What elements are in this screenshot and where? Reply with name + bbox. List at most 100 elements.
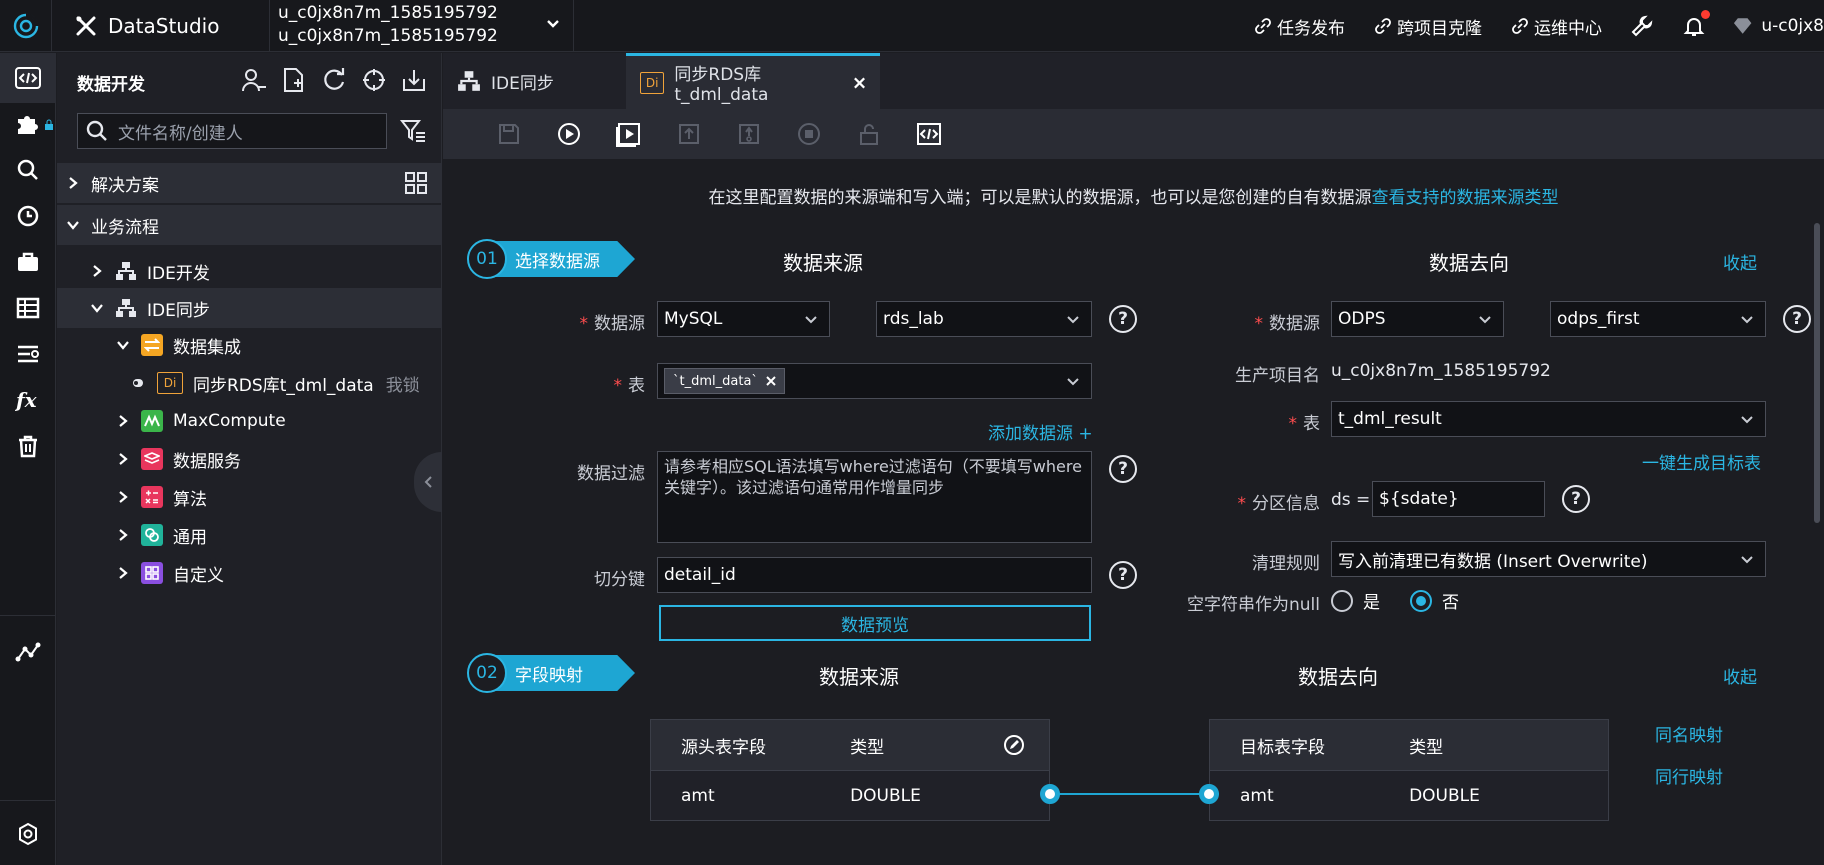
project-name-line2: u_c0jx8n7m_1585195792 [278,26,498,46]
rail-clock-icon[interactable] [0,191,56,241]
generate-target-table-link[interactable]: 一键生成目标表 [1642,449,1761,474]
rail-puzzle-icon[interactable] [0,99,56,149]
target-mapping-handle[interactable] [1199,784,1219,804]
rail-graph-icon[interactable] [0,627,56,677]
import-icon[interactable] [401,67,427,93]
step-field-mapping: 02 字段映射 [467,653,637,693]
locate-icon[interactable] [361,67,387,93]
unlock-icon[interactable] [839,122,899,146]
tree-item-algorithm[interactable]: 算法 [57,477,442,517]
rail-function-icon[interactable]: fx [0,375,56,425]
radio-yes[interactable]: 是 [1331,588,1380,613]
same-row-mapping-link[interactable]: 同行映射 [1655,763,1723,788]
close-icon[interactable] [766,376,776,386]
grid-icon[interactable] [404,171,428,195]
rail-table-icon[interactable] [0,283,56,333]
rail-trash-icon[interactable] [0,421,56,471]
target-ds-type-select[interactable]: ODPS [1331,301,1504,337]
run-with-params-icon[interactable] [599,121,659,147]
chevron-down-icon [805,316,817,324]
tab-ide-sync[interactable]: IDE同步 [443,53,626,109]
bell-icon[interactable] [1682,10,1710,38]
radio-no[interactable]: 否 [1410,588,1459,613]
step-label: 字段映射 [487,655,635,691]
help-icon[interactable]: ? [1109,455,1137,483]
nav-task-publish[interactable]: 任务发布 [1255,14,1345,39]
tree-item-sync-node[interactable]: Di 同步RDS库t_dml_data 我锁 [57,363,442,403]
collapse-step1-link[interactable]: 收起 [1723,249,1757,274]
rail-code-icon[interactable] [0,53,56,103]
edit-icon[interactable] [1003,734,1025,756]
tree-item-data-service[interactable]: 数据服务 [57,439,442,479]
tree-item-custom[interactable]: 自定义 [57,553,442,593]
script-mode-icon[interactable] [899,122,959,146]
split-key-input[interactable]: detail_id [657,557,1092,593]
workflow-icon [458,71,480,91]
rail-search-icon[interactable] [0,145,56,195]
stop-icon[interactable] [779,122,839,146]
data-preview-button[interactable]: 数据预览 [659,605,1091,641]
file-search-input[interactable]: 文件名称/创建人 [77,113,387,149]
tree-item-maxcompute[interactable]: MaxCompute [57,401,442,441]
filter-icon[interactable] [399,117,427,145]
target-ds-name-select[interactable]: odps_first [1550,301,1766,337]
source-ds-name-select[interactable]: rds_lab [876,301,1092,337]
source-table-select[interactable]: `t_dml_data` [657,363,1092,399]
main-area: IDE同步 Di 同步RDS库t_dml_data 在这里配置数据的来源端和写入… [443,53,1824,865]
source-filter-textarea[interactable]: 请参考相应SQL语法填写where过滤语句（不要填写where关键字）。该过滤语… [657,451,1092,543]
source-mapping-handle[interactable] [1040,784,1060,804]
clean-rule-select[interactable]: 写入前清理已有数据 (Insert Overwrite) [1331,541,1766,577]
user-menu[interactable]: u-c0jx8 [1732,16,1824,36]
tree-item-ide-dev[interactable]: IDE开发 [57,251,442,291]
user-filter-icon[interactable] [241,67,267,93]
section-workflows[interactable]: 业务流程 [57,205,442,245]
nav-ops-center[interactable]: 运维中心 [1512,14,1602,39]
brand[interactable]: DataStudio [60,0,270,52]
chevron-down-icon [1067,316,1079,324]
table-row[interactable]: amt DOUBLE [1210,770,1608,820]
supported-sources-link[interactable]: 查看支持的数据来源类型 [1372,188,1559,208]
source-ds-type-select[interactable]: MySQL [657,301,830,337]
chevron-right-icon [119,415,128,427]
link-icon [1255,18,1271,34]
tab-sync-node[interactable]: Di 同步RDS库t_dml_data [626,53,880,109]
nav-cross-project-clone[interactable]: 跨项目克隆 [1375,14,1482,39]
submit-icon[interactable] [659,122,719,146]
rail-briefcase-icon[interactable] [0,237,56,287]
refresh-icon[interactable] [321,67,347,93]
tree-item-data-integration[interactable]: 数据集成 [57,325,442,365]
source-fields-table: 源头表字段 类型 amt DOUBLE [650,719,1050,821]
save-icon[interactable] [479,122,539,146]
tree-item-ide-sync[interactable]: IDE同步 [57,288,442,328]
new-file-icon[interactable] [281,67,307,93]
help-icon[interactable]: ? [1109,305,1137,333]
help-icon[interactable]: ? [1109,561,1137,589]
table-row[interactable]: amt DOUBLE [651,770,1049,820]
project-switcher[interactable]: u_c0jx8n7m_1585195792 u_c0jx8n7m_1585195… [272,0,574,52]
partition-input[interactable]: ${sdate} [1372,481,1545,517]
rail-list-settings-icon[interactable] [0,329,56,379]
tree-item-general[interactable]: 通用 [57,515,442,555]
help-icon[interactable]: ? [1783,305,1811,333]
rail-settings-icon[interactable] [0,809,56,859]
wrench-icon[interactable] [1630,14,1654,38]
data-dev-panel: 数据开发 文件名称/创建人 解决方案 业务流程 IDE开发 IDE同步 数据集成 [57,53,442,865]
chevron-down-icon [1741,416,1753,424]
help-icon[interactable]: ? [1562,485,1590,513]
target-fields-table: 目标表字段 类型 amt DOUBLE [1209,719,1609,821]
run-icon[interactable] [539,121,599,147]
collapse-step2-link[interactable]: 收起 [1723,663,1757,688]
add-datasource-link[interactable]: 添加数据源 + [988,419,1093,444]
close-icon[interactable] [853,76,866,90]
publish-icon[interactable] [719,122,779,146]
target-title: 数据去向 [1429,251,1509,275]
target-project-label: 生产项目名 [1235,366,1320,386]
product-logo-icon[interactable] [0,0,52,52]
target-table-label: * 表 [1288,414,1321,434]
vertical-scrollbar[interactable] [1814,223,1820,523]
step-label: 选择数据源 [487,241,635,277]
section-solutions[interactable]: 解决方案 [57,163,442,203]
table-header: 目标表字段 类型 [1210,720,1608,770]
target-table-select[interactable]: t_dml_result [1331,401,1766,437]
same-name-mapping-link[interactable]: 同名映射 [1655,721,1723,746]
